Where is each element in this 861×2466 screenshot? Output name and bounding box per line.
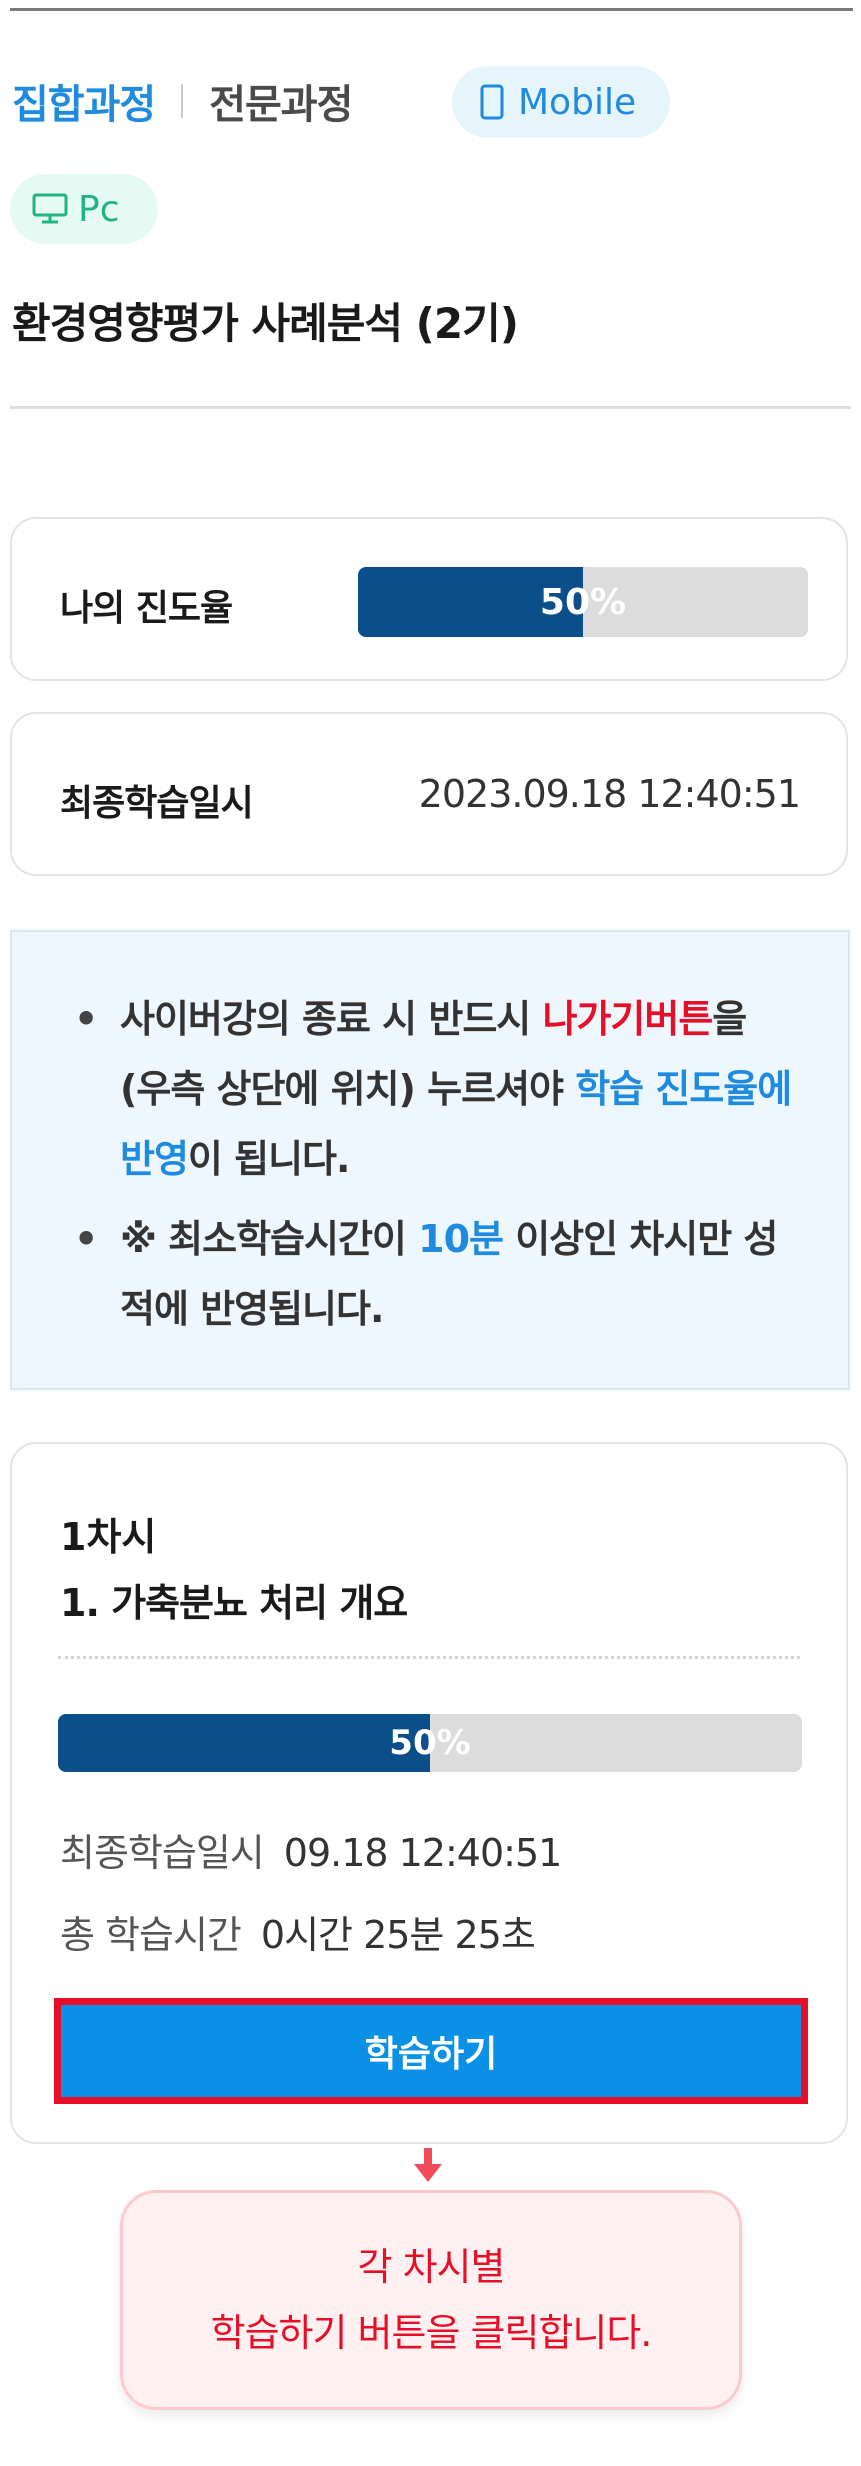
lesson-last-study-label: 최종학습일시	[60, 1831, 265, 1875]
tab-expert-course[interactable]: 전문과정	[209, 72, 353, 130]
callout-line-2: 학습하기 버튼을 클릭합니다.	[210, 2311, 653, 2355]
lesson-total-time: 총 학습시간 0시간 25분 25초	[60, 1904, 536, 1959]
lesson-number: 1차시	[60, 1515, 157, 1559]
pc-chip: Pc	[10, 174, 158, 244]
down-arrow-icon	[414, 2148, 442, 2182]
notice-box: 사이버강의 종료 시 반드시 나가기버튼을 (우측 상단에 위치) 누르셔야 학…	[10, 930, 850, 1390]
notice-item-min-time: ※ 최소학습시간이 10분 이상인 차시만 성적에 반영됩니다.	[64, 1204, 808, 1344]
last-study-label: 최종학습일시	[60, 783, 254, 824]
title-divider	[10, 406, 851, 409]
min-time-highlight: 10분	[418, 1217, 504, 1261]
progress-bar: 50%	[358, 567, 808, 637]
lesson-title: 1. 가축분뇨 처리 개요	[60, 1581, 408, 1625]
study-button-highlight: 학습하기	[54, 1998, 808, 2104]
last-study-value: 2023.09.18 12:40:51	[418, 772, 801, 816]
lesson-divider	[58, 1656, 800, 1659]
last-study-card: 최종학습일시 2023.09.18 12:40:51	[10, 712, 848, 876]
lesson-last-study: 최종학습일시 09.18 12:40:51	[60, 1822, 563, 1877]
study-button[interactable]: 학습하기	[61, 2005, 801, 2097]
lesson-last-study-value: 09.18 12:40:51	[283, 1831, 563, 1875]
mobile-chip-label: Mobile	[518, 81, 637, 123]
instruction-callout: 각 차시별 학습하기 버튼을 클릭합니다.	[120, 2190, 742, 2410]
top-divider	[10, 8, 853, 11]
course-title: 환경영향평가 사례분석 (2기)	[12, 299, 519, 348]
tab-group-course[interactable]: 집합과정	[12, 72, 156, 130]
callout-line-1: 각 차시별	[357, 2245, 506, 2289]
monitor-icon	[32, 193, 68, 224]
mobile-phone-icon	[480, 84, 504, 120]
course-type-tabs: 집합과정 전문과정	[12, 66, 353, 136]
lesson-card: 1차시 1. 가축분뇨 처리 개요 50% 최종학습일시 09.18 12:40:…	[10, 1442, 848, 2144]
notice-item-exit: 사이버강의 종료 시 반드시 나가기버튼을 (우측 상단에 위치) 누르셔야 학…	[64, 984, 808, 1194]
tab-separator	[181, 84, 184, 118]
lesson-total-time-value: 0시간 25분 25초	[260, 1913, 536, 1957]
progress-card: 나의 진도율 50%	[10, 517, 848, 681]
lesson-total-time-label: 총 학습시간	[60, 1913, 242, 1957]
progress-label: 나의 진도율	[60, 588, 233, 629]
notice-list: 사이버강의 종료 시 반드시 나가기버튼을 (우측 상단에 위치) 누르셔야 학…	[64, 984, 808, 1344]
progress-value: 50%	[539, 581, 627, 623]
exit-button-highlight: 나가기버튼	[542, 997, 713, 1041]
mobile-chip: Mobile	[452, 66, 670, 138]
lesson-progress-value: 50%	[389, 1723, 471, 1763]
lesson-progress-bar: 50%	[58, 1714, 802, 1772]
pc-chip-label: Pc	[78, 188, 120, 230]
